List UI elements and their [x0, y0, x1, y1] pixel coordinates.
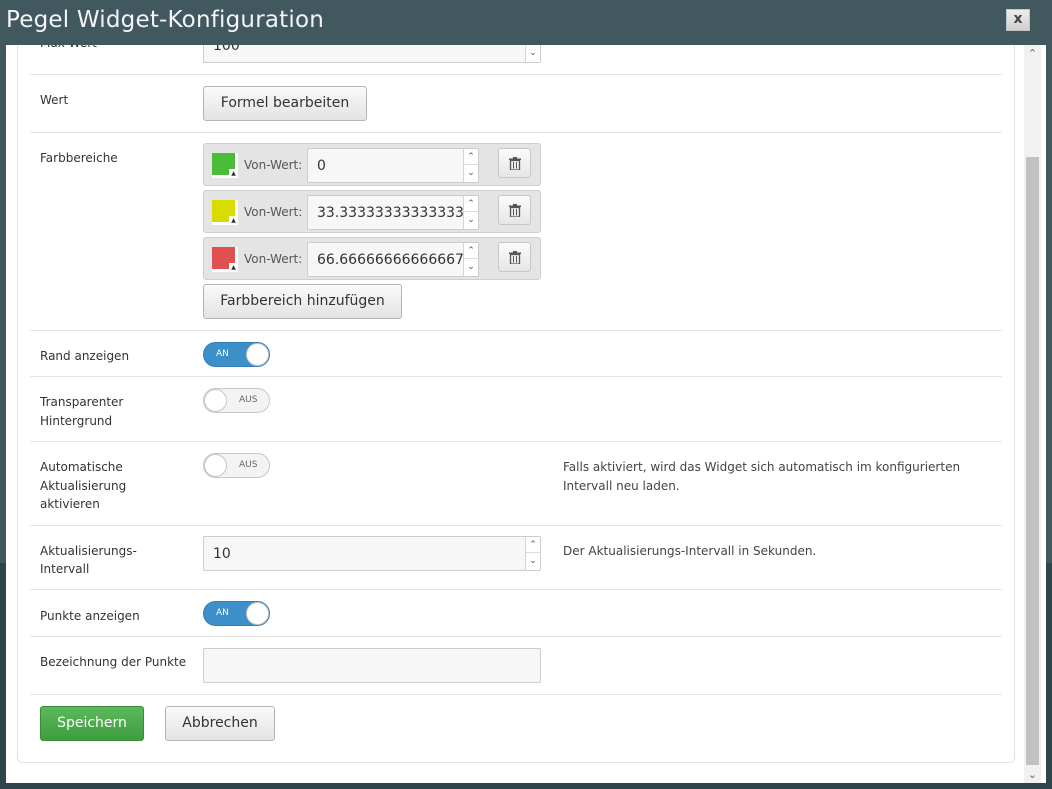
color-picker[interactable]: ▲	[212, 153, 238, 178]
delete-range-button[interactable]	[498, 242, 531, 272]
von-wert-value: 0	[317, 158, 326, 174]
spin-down-icon[interactable]: ⌄	[526, 45, 540, 61]
save-button[interactable]: Speichern	[40, 706, 144, 741]
interval-value: 10	[213, 546, 231, 562]
max-wert-clip: 100 ⌃⌄	[203, 45, 541, 63]
scroll-down-icon[interactable]: ⌄	[1024, 766, 1041, 783]
von-wert-input[interactable]: 66.66666666666667 ⌃ ⌄	[307, 242, 479, 277]
bezeichnung-label: Bezeichnung der Punkte	[40, 655, 187, 669]
von-wert-spinner[interactable]: ⌃ ⌄	[463, 149, 478, 182]
scroll-up-icon[interactable]: ⌃	[1024, 45, 1041, 62]
interval-spinner[interactable]: ⌃ ⌄	[525, 537, 540, 570]
trash-icon	[509, 251, 521, 264]
trash-icon	[509, 157, 521, 170]
spin-down-icon[interactable]: ⌄	[464, 259, 478, 275]
interval-help: Der Aktualisierungs-Intervall in Sekunde…	[563, 544, 817, 558]
von-wert-label: Von-Wert:	[244, 158, 303, 172]
spin-up-icon[interactable]: ⌃	[526, 537, 540, 553]
close-button[interactable]: x	[1006, 9, 1030, 31]
transparent-toggle[interactable]: AUS	[203, 388, 270, 413]
divider	[30, 376, 1002, 377]
auto-update-label-line3: aktivieren	[40, 497, 100, 511]
von-wert-spinner[interactable]: ⌃ ⌄	[463, 243, 478, 276]
dialog-title: Pegel Widget-Konfiguration	[6, 7, 325, 33]
color-picker[interactable]: ▲	[212, 247, 238, 272]
max-wert-value: 100	[213, 45, 240, 54]
toggle-knob	[246, 343, 269, 366]
interval-label-line2: Intervall	[40, 562, 90, 576]
spin-up-icon[interactable]: ⌃	[464, 243, 478, 259]
spin-down-icon[interactable]: ⌄	[526, 553, 540, 569]
spin-up-icon[interactable]: ⌃	[464, 149, 478, 165]
dialog-titlebar: Pegel Widget-Konfiguration x	[0, 0, 1052, 45]
punkte-anzeigen-label: Punkte anzeigen	[40, 609, 140, 623]
divider	[30, 694, 1002, 695]
auto-update-label-line2: Aktualisierung	[40, 479, 127, 493]
divider	[30, 441, 1002, 442]
divider	[30, 636, 1002, 637]
spin-down-icon[interactable]: ⌄	[464, 165, 478, 181]
von-wert-value: 66.66666666666667	[317, 252, 464, 268]
toggle-state: AUS	[239, 395, 258, 405]
color-range-row: ▲ Von-Wert: 0 ⌃ ⌄	[203, 143, 541, 186]
farbbereiche-label: Farbbereiche	[40, 151, 118, 165]
spin-down-icon[interactable]: ⌄	[464, 212, 478, 228]
transparent-label-line2: Hintergrund	[40, 414, 113, 428]
widget-config-dialog: Pegel Widget-Konfiguration x Max-Wert 10…	[0, 0, 1052, 789]
farbbereich-hinzufuegen-button[interactable]: Farbbereich hinzufügen	[203, 284, 402, 319]
von-wert-value: 33.333333333333336	[317, 205, 473, 221]
auto-update-label-line1: Automatische	[40, 460, 123, 474]
von-wert-label: Von-Wert:	[244, 252, 303, 266]
punkte-anzeigen-toggle[interactable]: AN	[203, 601, 270, 626]
toggle-knob	[204, 389, 227, 412]
color-picker[interactable]: ▲	[212, 200, 238, 225]
cancel-button[interactable]: Abbrechen	[165, 706, 275, 741]
delete-range-button[interactable]	[498, 195, 531, 225]
von-wert-spinner[interactable]: ⌃ ⌄	[463, 196, 478, 229]
scrollbar[interactable]: ⌃ ⌄	[1024, 45, 1041, 783]
wert-label: Wert	[40, 93, 69, 107]
scroll-thumb[interactable]	[1026, 157, 1039, 765]
von-wert-input[interactable]: 0 ⌃ ⌄	[307, 148, 479, 183]
max-wert-spinner[interactable]: ⌃⌄	[525, 45, 540, 62]
color-range-row: ▲ Von-Wert: 33.333333333333336 ⌃ ⌄	[203, 190, 541, 233]
color-range-row: ▲ Von-Wert: 66.66666666666667 ⌃ ⌄	[203, 237, 541, 280]
caret-icon: ▲	[229, 263, 238, 272]
divider	[30, 330, 1002, 331]
caret-icon: ▲	[229, 216, 238, 225]
max-wert-input[interactable]: 100 ⌃⌄	[203, 45, 541, 63]
toggle-knob	[204, 454, 227, 477]
formel-bearbeiten-button[interactable]: Formel bearbeiten	[203, 86, 367, 121]
divider	[30, 589, 1002, 590]
bezeichnung-input[interactable]	[203, 648, 541, 683]
auto-update-help-line1: Falls aktiviert, wird das Widget sich au…	[563, 460, 961, 474]
interval-label-line1: Aktualisierungs-	[40, 544, 137, 558]
von-wert-label: Von-Wert:	[244, 205, 303, 219]
interval-input[interactable]: 10 ⌃ ⌄	[203, 536, 541, 571]
rand-anzeigen-label: Rand anzeigen	[40, 349, 130, 363]
auto-update-toggle[interactable]: AUS	[203, 453, 270, 478]
toggle-state: AN	[216, 608, 229, 618]
toggle-state: AUS	[239, 460, 258, 470]
rand-anzeigen-toggle[interactable]: AN	[203, 342, 270, 367]
divider	[30, 525, 1002, 526]
divider	[30, 74, 1002, 75]
trash-icon	[509, 204, 521, 217]
von-wert-input[interactable]: 33.333333333333336 ⌃ ⌄	[307, 195, 479, 230]
delete-range-button[interactable]	[498, 148, 531, 178]
toggle-knob	[246, 602, 269, 625]
auto-update-help-line2: Intervall neu laden.	[563, 479, 680, 493]
spin-up-icon[interactable]: ⌃	[464, 196, 478, 212]
toggle-state: AN	[216, 349, 229, 359]
caret-icon: ▲	[229, 169, 238, 178]
divider	[30, 132, 1002, 133]
transparent-label-line1: Transparenter	[40, 395, 124, 409]
